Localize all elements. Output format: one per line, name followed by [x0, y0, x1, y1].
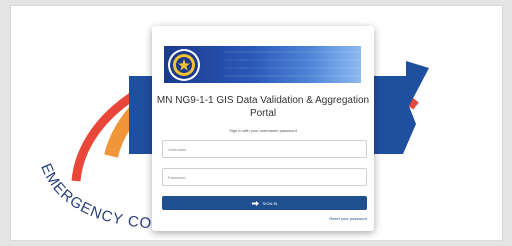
reset-password-link[interactable]: Reset your password: [329, 216, 367, 221]
banner-pattern: [168, 49, 361, 81]
header-banner: [164, 46, 361, 83]
password-input[interactable]: [162, 168, 367, 186]
sign-in-button[interactable]: SIGN IN: [162, 196, 367, 210]
state-seal-icon: [168, 49, 200, 81]
portal-frame: EMERGENCY COMMUNICATIONS MN NG9-1-1 GIS …: [10, 5, 503, 241]
username-input[interactable]: [162, 140, 367, 158]
page-title: MN NG9-1-1 GIS Data Validation & Aggrega…: [156, 95, 370, 119]
signin-instructions: Sign in with your username/ password: [229, 128, 297, 133]
login-card: MN NG9-1-1 GIS Data Validation & Aggrega…: [152, 26, 374, 231]
sign-in-arrow-icon: [251, 200, 259, 206]
sign-in-label: SIGN IN: [262, 200, 278, 206]
